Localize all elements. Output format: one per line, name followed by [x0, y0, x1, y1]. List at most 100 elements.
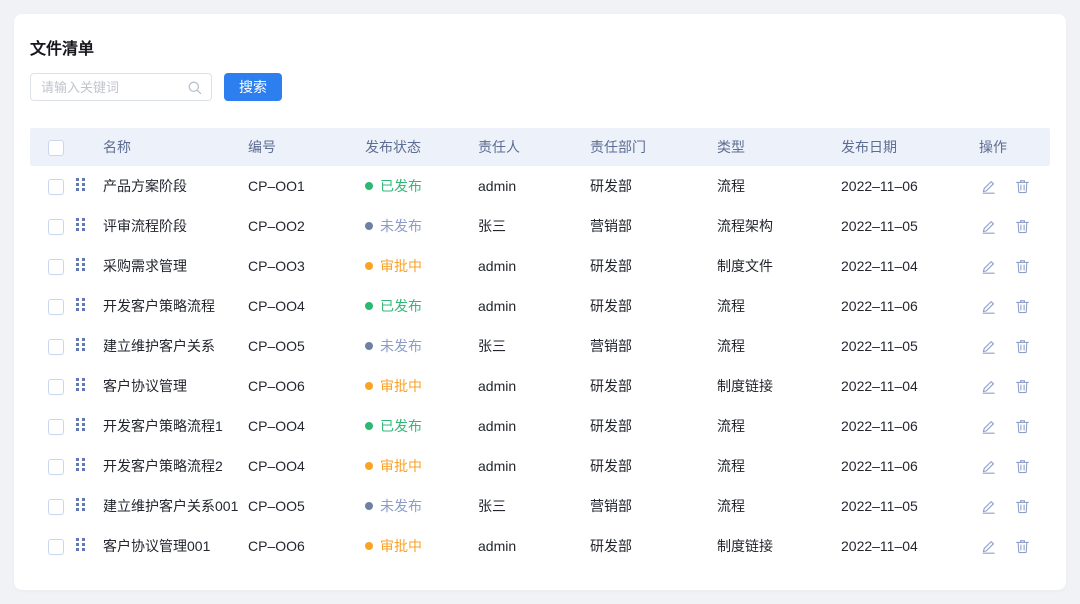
- search-input[interactable]: [31, 74, 211, 100]
- publish-date: 2022–11–05: [841, 218, 979, 234]
- select-all-checkbox[interactable]: [48, 140, 64, 156]
- publish-date: 2022–11–05: [841, 498, 979, 514]
- file-type: 流程: [717, 296, 841, 316]
- file-type: 流程: [717, 496, 841, 516]
- responsible-person: admin: [478, 258, 590, 274]
- delete-button[interactable]: [1014, 258, 1031, 275]
- publish-date: 2022–11–04: [841, 378, 979, 394]
- file-name: 客户协议管理: [103, 376, 248, 396]
- row-checkbox[interactable]: [48, 299, 64, 315]
- status-label: 未发布: [380, 336, 422, 356]
- row-actions: [979, 458, 1050, 475]
- drag-handle-icon[interactable]: [76, 298, 85, 312]
- responsible-dept: 研发部: [590, 536, 717, 556]
- table-row: 建立维护客户关系 CP–OO5 未发布 张三 营销部 流程 2022–11–05: [30, 326, 1050, 366]
- delete-button[interactable]: [1014, 538, 1031, 555]
- delete-button[interactable]: [1014, 418, 1031, 435]
- file-name: 采购需求管理: [103, 256, 248, 276]
- row-checkbox[interactable]: [48, 179, 64, 195]
- row-checkbox[interactable]: [48, 459, 64, 475]
- edit-button[interactable]: [980, 538, 997, 555]
- search-icon: [187, 80, 203, 96]
- status-dot: [365, 222, 373, 230]
- search-button[interactable]: 搜索: [224, 73, 282, 101]
- status-label: 已发布: [380, 176, 422, 196]
- table-row: 产品方案阶段 CP–OO1 已发布 admin 研发部 流程 2022–11–0…: [30, 166, 1050, 206]
- status-dot: [365, 382, 373, 390]
- file-list-card: 文件清单 搜索 名称 编号 发布状态 责任人 责任部门 类型 发布日期: [14, 14, 1066, 590]
- publish-status: 审批中: [365, 376, 478, 396]
- row-actions: [979, 538, 1050, 555]
- edit-button[interactable]: [980, 458, 997, 475]
- edit-button[interactable]: [980, 418, 997, 435]
- publish-status: 审批中: [365, 256, 478, 276]
- responsible-dept: 研发部: [590, 376, 717, 396]
- column-header-actions: 操作: [979, 137, 1050, 157]
- row-checkbox[interactable]: [48, 499, 64, 515]
- status-dot: [365, 262, 373, 270]
- delete-button[interactable]: [1014, 378, 1031, 395]
- status-dot: [365, 422, 373, 430]
- row-drag-cell: [76, 378, 103, 395]
- file-type: 制度链接: [717, 376, 841, 396]
- responsible-dept: 营销部: [590, 336, 717, 356]
- row-checkbox[interactable]: [48, 339, 64, 355]
- delete-button[interactable]: [1014, 178, 1031, 195]
- responsible-person: admin: [478, 458, 590, 474]
- row-checkbox[interactable]: [48, 539, 64, 555]
- file-name: 开发客户策略流程: [103, 296, 248, 316]
- table-row: 开发客户策略流程2 CP–OO4 审批中 admin 研发部 流程 2022–1…: [30, 446, 1050, 486]
- responsible-dept: 营销部: [590, 216, 717, 236]
- publish-status: 未发布: [365, 216, 478, 236]
- edit-button[interactable]: [980, 298, 997, 315]
- drag-handle-icon[interactable]: [76, 178, 85, 192]
- drag-handle-icon[interactable]: [76, 258, 85, 272]
- status-dot: [365, 462, 373, 470]
- row-actions: [979, 218, 1050, 235]
- file-type: 流程: [717, 456, 841, 476]
- drag-handle-icon[interactable]: [76, 338, 85, 352]
- row-checkbox[interactable]: [48, 379, 64, 395]
- search-box: [30, 73, 212, 101]
- row-checkbox[interactable]: [48, 259, 64, 275]
- edit-button[interactable]: [980, 258, 997, 275]
- column-header-type: 类型: [717, 137, 841, 157]
- edit-button[interactable]: [980, 218, 997, 235]
- publish-status: 已发布: [365, 416, 478, 436]
- row-drag-cell: [76, 298, 103, 315]
- edit-button[interactable]: [980, 378, 997, 395]
- delete-button[interactable]: [1014, 218, 1031, 235]
- column-header-person: 责任人: [478, 137, 590, 157]
- row-checkbox-cell: [30, 377, 76, 394]
- status-label: 审批中: [380, 456, 422, 476]
- edit-button[interactable]: [980, 338, 997, 355]
- row-actions: [979, 258, 1050, 275]
- delete-button[interactable]: [1014, 298, 1031, 315]
- status-label: 未发布: [380, 496, 422, 516]
- delete-button[interactable]: [1014, 458, 1031, 475]
- delete-button[interactable]: [1014, 338, 1031, 355]
- delete-button[interactable]: [1014, 498, 1031, 515]
- drag-handle-icon[interactable]: [76, 378, 85, 392]
- publish-date: 2022–11–04: [841, 538, 979, 554]
- row-checkbox[interactable]: [48, 219, 64, 235]
- edit-button[interactable]: [980, 498, 997, 515]
- publish-status: 未发布: [365, 496, 478, 516]
- drag-handle-icon[interactable]: [76, 218, 85, 232]
- drag-handle-icon[interactable]: [76, 498, 85, 512]
- responsible-dept: 研发部: [590, 456, 717, 476]
- drag-handle-icon[interactable]: [76, 418, 85, 432]
- row-checkbox[interactable]: [48, 419, 64, 435]
- table-row: 开发客户策略流程 CP–OO4 已发布 admin 研发部 流程 2022–11…: [30, 286, 1050, 326]
- file-name: 评审流程阶段: [103, 216, 248, 236]
- status-dot: [365, 302, 373, 310]
- row-drag-cell: [76, 258, 103, 275]
- responsible-person: admin: [478, 538, 590, 554]
- edit-button[interactable]: [980, 178, 997, 195]
- status-label: 已发布: [380, 296, 422, 316]
- responsible-dept: 研发部: [590, 256, 717, 276]
- drag-handle-icon[interactable]: [76, 458, 85, 472]
- drag-handle-icon[interactable]: [76, 538, 85, 552]
- row-checkbox-cell: [30, 537, 76, 554]
- file-type: 流程: [717, 176, 841, 196]
